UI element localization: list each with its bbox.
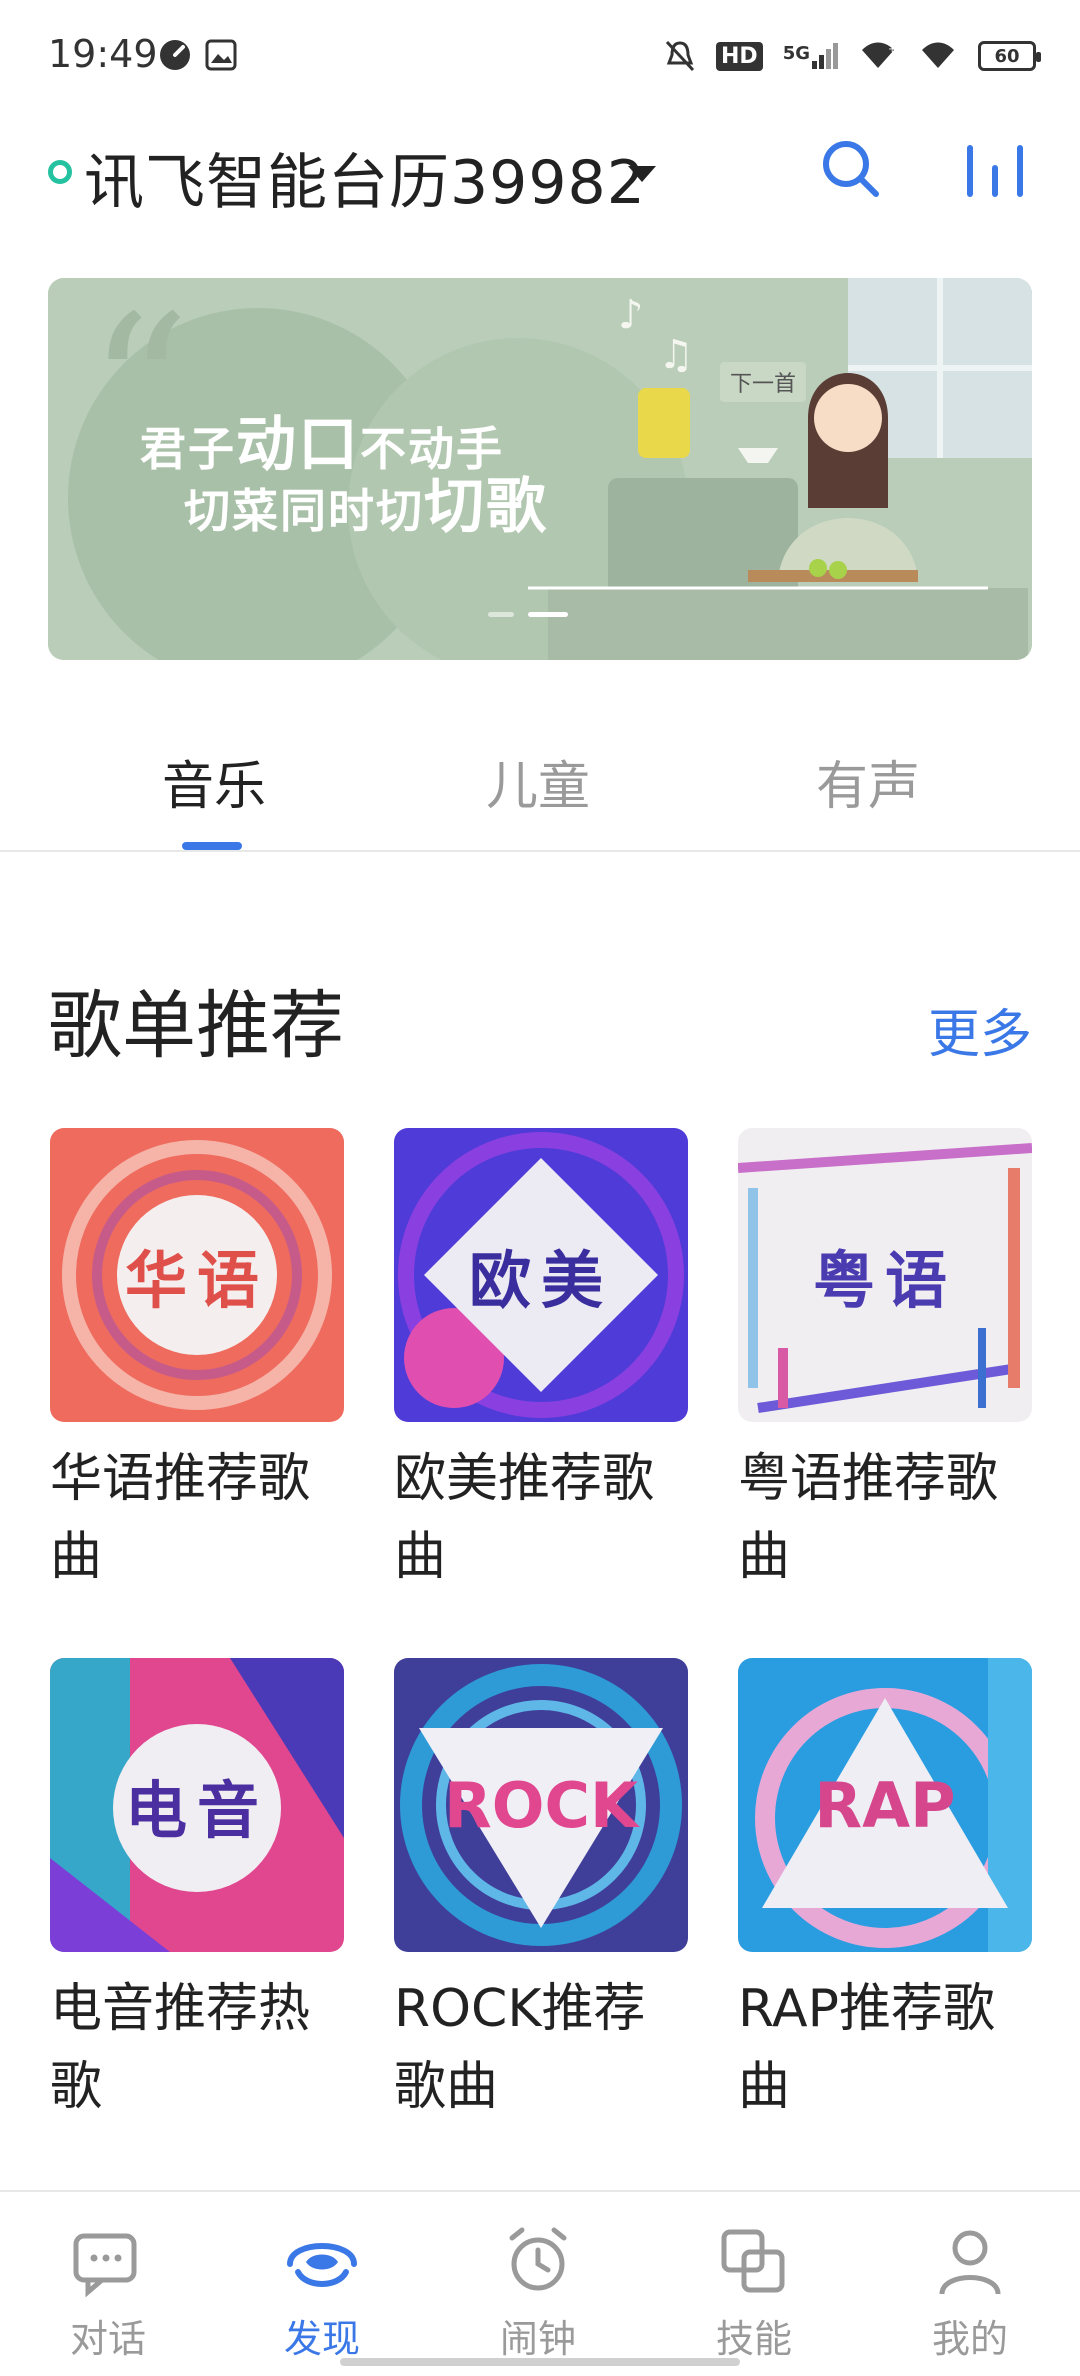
dropdown-caret-icon[interactable] xyxy=(628,166,656,182)
status-bar: 19:49 HD 5G + 60 xyxy=(0,0,1080,110)
wifi-icon xyxy=(922,42,954,68)
cover-text: 粤语 xyxy=(812,1244,957,1317)
cover-text: RAP xyxy=(814,1768,956,1842)
playlist-cover[interactable]: 电音 xyxy=(50,1658,344,1952)
playlist-title[interactable]: 欧美推荐歌曲 xyxy=(394,1440,694,1596)
playlist-cover[interactable]: 华语 xyxy=(50,1128,344,1422)
tab-music[interactable]: 音乐 xyxy=(162,744,266,819)
section-title: 歌单推荐 xyxy=(48,983,344,1069)
device-selector[interactable]: 讯飞智能台历39982 xyxy=(84,134,646,221)
mute-bell-icon xyxy=(665,40,695,72)
hd-badge: HD xyxy=(716,41,763,71)
cover-text: 华语 xyxy=(124,1244,269,1317)
banner-headline-2: 切菜同时切切歌 xyxy=(184,472,548,542)
cover-text: 电音 xyxy=(124,1774,269,1847)
banner-dot xyxy=(488,612,514,617)
wifi-calling-icon: + xyxy=(862,42,896,68)
banner-pagination xyxy=(488,612,568,617)
online-status-icon xyxy=(48,160,72,184)
alarm-icon xyxy=(509,2227,567,2291)
cover-text: 欧美 xyxy=(468,1244,613,1317)
playlist-title[interactable]: ROCK推荐歌曲 xyxy=(394,1970,694,2126)
more-link[interactable]: 更多 xyxy=(928,992,1032,1067)
playlist-title[interactable]: RAP推荐歌曲 xyxy=(738,1970,1038,2126)
svg-text:♫: ♫ xyxy=(658,332,694,378)
chat-icon xyxy=(73,2233,137,2298)
cellular-signal: 5G xyxy=(783,43,838,69)
playlist-cover[interactable]: ROCK xyxy=(394,1658,688,1952)
discover-icon xyxy=(287,2243,357,2287)
playlist-title[interactable]: 粤语推荐歌曲 xyxy=(738,1440,1038,1596)
profile-icon xyxy=(939,2230,1001,2295)
nav-chat[interactable]: 对话 xyxy=(38,2222,178,2363)
nav-label: 我的 xyxy=(931,2317,1008,2361)
nav-profile[interactable]: 我的 xyxy=(900,2222,1040,2363)
tab-children[interactable]: 儿童 xyxy=(486,744,590,819)
nav-label: 技能 xyxy=(715,2317,792,2361)
skills-icon xyxy=(721,2229,785,2293)
equalizer-icon[interactable] xyxy=(960,134,1030,204)
banner-dot-active xyxy=(528,612,568,617)
gallery-icon xyxy=(205,39,237,71)
nav-label: 闹钟 xyxy=(499,2317,576,2361)
svg-text:+: + xyxy=(888,44,896,55)
tab-audio[interactable]: 有声 xyxy=(816,744,920,819)
playlist-cover[interactable]: RAP xyxy=(738,1658,1032,1952)
playlist-cover[interactable]: 粤语 xyxy=(738,1128,1032,1422)
nav-alarm[interactable]: 闹钟 xyxy=(468,2222,608,2363)
playlist-title[interactable]: 电音推荐热歌 xyxy=(50,1970,350,2126)
banner-emphasis-2: 切歌 xyxy=(424,472,548,542)
nav-label: 发现 xyxy=(283,2317,360,2361)
svg-text:♪: ♪ xyxy=(618,292,644,338)
bottom-navigation: 对话 发现 闹钟 技能 我的 xyxy=(0,2190,1080,2376)
cover-text: ROCK xyxy=(444,1768,638,1842)
playlist-cover[interactable]: 欧美 xyxy=(394,1128,688,1422)
search-icon[interactable] xyxy=(816,134,886,204)
status-icons: HD 5G + 60 xyxy=(664,36,1041,76)
home-indicator[interactable] xyxy=(340,2358,740,2366)
nav-discover[interactable]: 发现 xyxy=(252,2222,392,2363)
promo-banner[interactable]: “ ♪ ♫ 君子动口不动手 切菜同时切切歌 下一首 xyxy=(48,278,1032,660)
nav-label: 对话 xyxy=(69,2317,146,2361)
category-tabs: 音乐 儿童 有声 xyxy=(0,730,1080,852)
banner-next-label: 下一首 xyxy=(720,362,807,402)
nav-skills[interactable]: 技能 xyxy=(684,2222,824,2363)
battery-indicator: 60 xyxy=(978,41,1041,71)
playlist-title[interactable]: 华语推荐歌曲 xyxy=(50,1440,350,1596)
status-time: 19:49 xyxy=(48,32,158,76)
tab-indicator xyxy=(182,842,242,850)
app-header: 讯飞智能台历39982 xyxy=(0,120,1080,230)
network-type: 5G xyxy=(782,43,810,64)
speedometer-icon xyxy=(160,40,190,70)
